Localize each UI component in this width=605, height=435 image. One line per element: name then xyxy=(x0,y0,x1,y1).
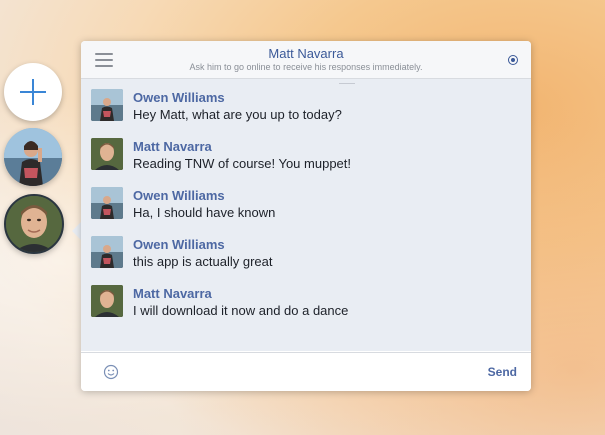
message-text: Hey Matt, what are you up to today? xyxy=(133,107,342,122)
message-sender[interactable]: Owen Williams xyxy=(133,188,225,203)
conversation-title: Matt Navarra xyxy=(268,46,344,61)
message-item: Owen Williams Hey Matt, what are you up … xyxy=(91,87,521,127)
message-composer[interactable]: Send xyxy=(81,352,531,391)
matt-avatar-image xyxy=(6,196,62,252)
avatar[interactable] xyxy=(91,138,123,170)
chat-window: Matt Navarra Ask him to go online to rec… xyxy=(81,41,531,391)
message-text: Ha, I should have known xyxy=(133,205,276,220)
owen-avatar-image xyxy=(91,187,123,219)
matt-avatar-image xyxy=(91,138,123,170)
message-item: Matt Navarra Reading TNW of course! You … xyxy=(91,136,521,176)
chat-header: Matt Navarra Ask him to go online to rec… xyxy=(81,41,531,79)
owen-avatar-image xyxy=(4,128,62,186)
owen-avatar-image xyxy=(91,236,123,268)
scroll-indicator xyxy=(339,79,355,84)
message-sender[interactable]: Owen Williams xyxy=(133,90,225,105)
message-sender[interactable]: Owen Williams xyxy=(133,237,225,252)
message-item: Owen Williams Ha, I should have known xyxy=(91,185,521,225)
message-text: Reading TNW of course! You muppet! xyxy=(133,156,351,171)
new-chat-button[interactable] xyxy=(4,63,62,121)
message-text: I will download it now and do a dance xyxy=(133,303,349,318)
chat-head-matt-navarra[interactable] xyxy=(4,194,64,254)
message-thread[interactable]: Owen Williams Hey Matt, what are you up … xyxy=(81,79,531,351)
message-sender[interactable]: Matt Navarra xyxy=(133,286,212,301)
radio-status-icon[interactable] xyxy=(508,55,518,65)
avatar[interactable] xyxy=(91,187,123,219)
message-sender[interactable]: Matt Navarra xyxy=(133,139,212,154)
message-item: Owen Williams this app is actually great xyxy=(91,234,521,274)
message-text: this app is actually great xyxy=(133,254,273,269)
chat-head-owen-williams[interactable] xyxy=(4,128,62,186)
owen-avatar-image xyxy=(91,89,123,121)
avatar[interactable] xyxy=(91,236,123,268)
plus-icon xyxy=(20,79,46,105)
send-button[interactable]: Send xyxy=(488,365,517,379)
matt-avatar-image xyxy=(91,285,123,317)
smiley-icon[interactable] xyxy=(103,364,119,380)
conversation-subtitle: Ask him to go online to receive his resp… xyxy=(189,62,423,72)
avatar[interactable] xyxy=(91,89,123,121)
avatar[interactable] xyxy=(91,285,123,317)
message-item: Matt Navarra I will download it now and … xyxy=(91,283,521,323)
